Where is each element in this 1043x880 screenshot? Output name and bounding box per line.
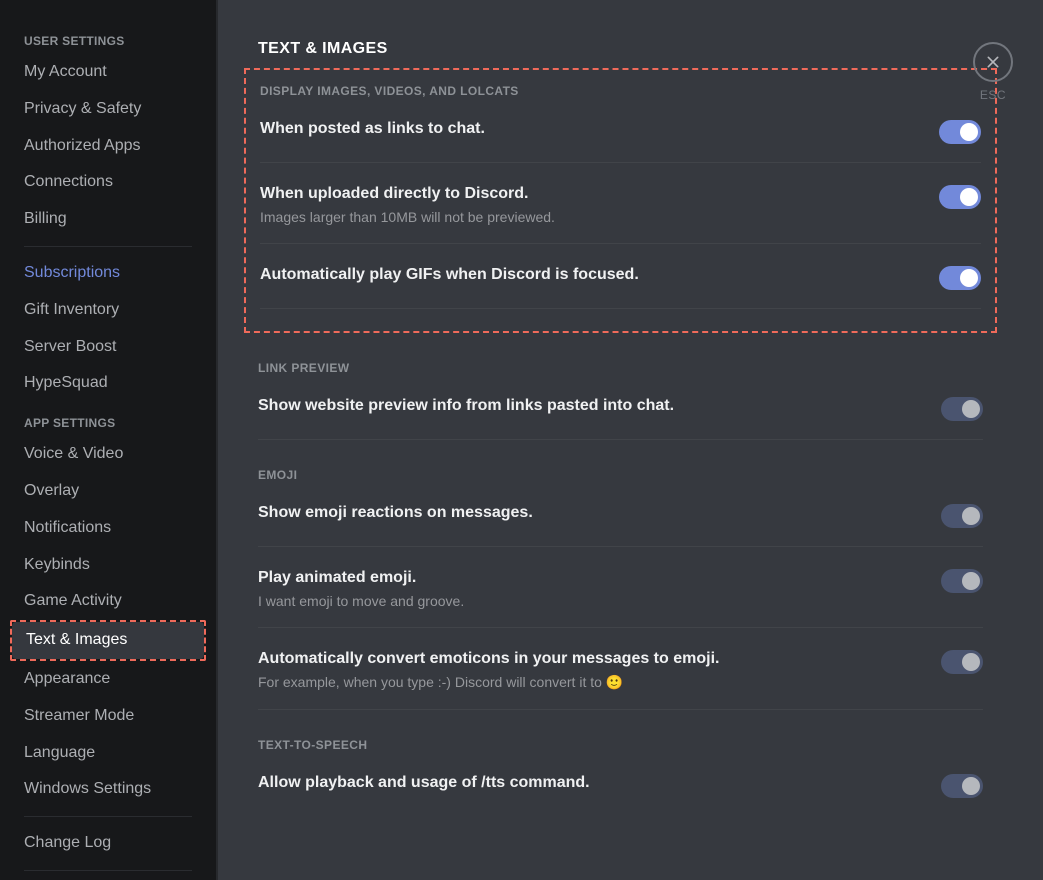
setting-label: When uploaded directly to Discord.	[260, 185, 555, 203]
setting-convert-emoticons: Automatically convert emoticons in your …	[258, 644, 983, 705]
section-header-tts: TEXT-TO-SPEECH	[258, 738, 983, 752]
row-divider	[260, 243, 981, 244]
setting-emoji-reactions: Show emoji reactions on messages.	[258, 498, 983, 542]
settings-sidebar: USER SETTINGS My Account Privacy & Safet…	[0, 0, 218, 880]
sidebar-item-streamer-mode[interactable]: Streamer Mode	[10, 698, 206, 735]
toggle-posted-links[interactable]	[939, 120, 981, 144]
setting-label: Show website preview info from links pas…	[258, 397, 674, 415]
setting-subtext-prefix: For example, when you type :-) Discord w…	[258, 674, 606, 690]
sidebar-item-change-log[interactable]: Change Log	[10, 825, 206, 862]
page-title: TEXT & IMAGES	[258, 40, 983, 58]
setting-label: Automatically play GIFs when Discord is …	[260, 266, 639, 284]
sidebar-header-app-settings: APP SETTINGS	[10, 402, 206, 436]
sidebar-item-authorized-apps[interactable]: Authorized Apps	[10, 128, 206, 165]
section-header-link-preview: LINK PREVIEW	[258, 361, 983, 375]
setting-subtext: Images larger than 10MB will not be prev…	[260, 209, 555, 225]
sidebar-divider	[24, 816, 192, 817]
sidebar-item-billing[interactable]: Billing	[10, 201, 206, 238]
setting-animated-emoji: Play animated emoji. I want emoji to mov…	[258, 563, 983, 623]
setting-subtext: I want emoji to move and groove.	[258, 593, 464, 609]
sidebar-item-text-images[interactable]: Text & Images	[12, 622, 204, 659]
row-divider	[258, 709, 983, 710]
toggle-convert-emoticons[interactable]	[941, 650, 983, 674]
sidebar-item-gift-inventory[interactable]: Gift Inventory	[10, 292, 206, 329]
sidebar-item-subscriptions[interactable]: Subscriptions	[10, 255, 206, 292]
toggle-uploaded-direct[interactable]	[939, 185, 981, 209]
close-esc-label: ESC	[980, 88, 1006, 102]
settings-content: ESC TEXT & IMAGES DISPLAY IMAGES, VIDEOS…	[218, 0, 1043, 880]
close-control: ESC	[973, 42, 1013, 102]
setting-label: Automatically convert emoticons in your …	[258, 650, 719, 668]
toggle-tts-allow[interactable]	[941, 774, 983, 798]
row-divider	[260, 162, 981, 163]
row-divider	[258, 439, 983, 440]
sidebar-item-my-account[interactable]: My Account	[10, 54, 206, 91]
sidebar-item-overlay[interactable]: Overlay	[10, 473, 206, 510]
setting-link-preview: Show website preview info from links pas…	[258, 391, 983, 435]
setting-label: Play animated emoji.	[258, 569, 464, 587]
section-header-display: DISPLAY IMAGES, VIDEOS, AND LOLCATS	[260, 84, 981, 98]
toggle-emoji-reactions[interactable]	[941, 504, 983, 528]
sidebar-item-windows-settings[interactable]: Windows Settings	[10, 771, 206, 808]
sidebar-item-keybinds[interactable]: Keybinds	[10, 547, 206, 584]
setting-subtext: For example, when you type :-) Discord w…	[258, 674, 719, 691]
toggle-link-preview[interactable]	[941, 397, 983, 421]
toggle-auto-gif[interactable]	[939, 266, 981, 290]
setting-tts-allow: Allow playback and usage of /tts command…	[258, 768, 983, 812]
sidebar-header-user-settings: USER SETTINGS	[10, 20, 206, 54]
sidebar-item-notifications[interactable]: Notifications	[10, 510, 206, 547]
smile-emoji-icon: 🙂	[606, 674, 623, 690]
setting-uploaded-direct: When uploaded directly to Discord. Image…	[260, 179, 981, 239]
sidebar-divider	[24, 870, 192, 871]
setting-posted-links: When posted as links to chat.	[260, 114, 981, 158]
sidebar-item-privacy-safety[interactable]: Privacy & Safety	[10, 91, 206, 128]
highlight-box-display-section: DISPLAY IMAGES, VIDEOS, AND LOLCATS When…	[244, 68, 997, 333]
setting-label: Show emoji reactions on messages.	[258, 504, 533, 522]
row-divider	[258, 627, 983, 628]
close-icon	[985, 54, 1001, 70]
sidebar-item-hypesquad[interactable]: HypeSquad	[10, 365, 206, 402]
sidebar-item-appearance[interactable]: Appearance	[10, 661, 206, 698]
highlight-box-sidebar: Text & Images	[10, 620, 206, 661]
row-divider	[258, 546, 983, 547]
sidebar-divider	[24, 246, 192, 247]
sidebar-item-server-boost[interactable]: Server Boost	[10, 329, 206, 366]
sidebar-item-voice-video[interactable]: Voice & Video	[10, 436, 206, 473]
sidebar-item-game-activity[interactable]: Game Activity	[10, 583, 206, 620]
section-header-emoji: EMOJI	[258, 468, 983, 482]
sidebar-item-language[interactable]: Language	[10, 735, 206, 772]
row-divider	[260, 308, 981, 309]
toggle-animated-emoji[interactable]	[941, 569, 983, 593]
close-button[interactable]	[973, 42, 1013, 82]
setting-label: Allow playback and usage of /tts command…	[258, 774, 590, 792]
setting-auto-gif: Automatically play GIFs when Discord is …	[260, 260, 981, 304]
setting-label: When posted as links to chat.	[260, 120, 485, 138]
sidebar-item-connections[interactable]: Connections	[10, 164, 206, 201]
